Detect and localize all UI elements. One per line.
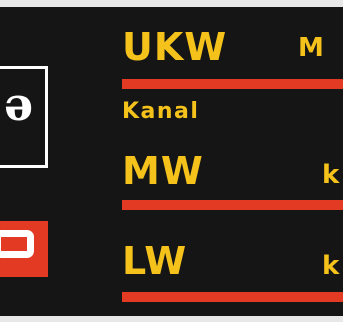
band-unit-mw: k: [322, 160, 341, 190]
brand-logo-icon: ə: [4, 77, 34, 131]
tab-ring-icon: [0, 230, 34, 258]
channel-label: Kanal: [122, 99, 200, 124]
band-label-lw: LW: [122, 239, 188, 283]
band-unit-lw: k: [322, 251, 341, 281]
band-unit-ukw: M: [298, 33, 325, 63]
band-label-ukw: UKW: [122, 25, 228, 69]
band-bar-ukw: [122, 79, 343, 89]
band-label-mw: MW: [122, 149, 204, 193]
band-bar-mw: [122, 200, 343, 210]
radio-scale-panel: ə UKW M Kanal MW k LW k: [0, 0, 343, 322]
band-bar-lw: [122, 292, 343, 302]
